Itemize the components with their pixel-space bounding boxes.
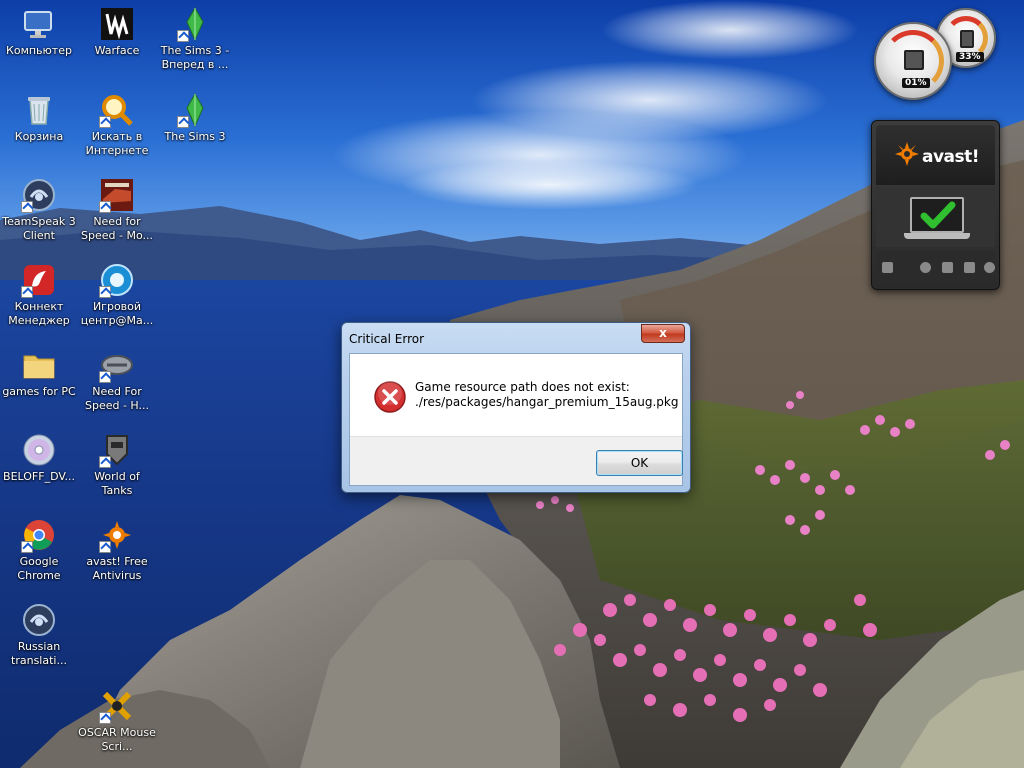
desktop-icon-search-web[interactable]: Искать в Интернете [78,92,156,158]
game-center-icon [99,262,135,298]
avast-gadget[interactable]: avast! [871,120,1000,290]
shortcut-arrow-icon [21,201,33,213]
desktop-icon-label: OSCAR Mouse Scri... [78,726,156,753]
window-icon[interactable] [882,262,893,273]
laptop-icon [910,197,964,233]
web-icon[interactable] [920,262,931,273]
sims3-icon [177,6,213,42]
desktop-icon-label: Russian translati... [11,640,67,667]
avast-header: avast! [876,125,995,185]
shortcut-arrow-icon [177,116,189,128]
facebook-icon[interactable] [964,262,975,273]
desktop-icon-label: avast! Free Antivirus [86,555,148,582]
cpu-gauge: 01% [874,22,952,100]
desktop-icon-label: Игровой центр@Ма... [80,300,154,327]
desktop-icon-warface[interactable]: Warface [78,6,156,58]
dialog-title: Critical Error [349,332,425,346]
desktop-icon-label: Коннект Менеджер [8,300,70,327]
shortcut-arrow-icon [99,201,111,213]
desktop-icon-world-of-tanks[interactable]: World of Tanks [78,432,156,498]
shortcut-arrow-icon [99,286,111,298]
error-icon [374,381,406,413]
chrome-icon [21,517,57,553]
shortcut-arrow-icon [99,371,111,383]
desktop-icon-sims3[interactable]: The Sims 3 [156,92,234,144]
nfs-most-wanted-icon [99,177,135,213]
dialog-message: Game resource path does not exist: ./res… [415,380,679,410]
desktop-icon-sims3-vpered[interactable]: The Sims 3 - Вперед в ... [156,6,234,72]
shortcut-arrow-icon [177,30,189,42]
connect-manager-icon [21,262,57,298]
desktop-icon-google-chrome[interactable]: Google Chrome [0,517,78,583]
nfs-hot-pursuit-icon [99,347,135,383]
message-line: ./res/packages/hangar_premium_15aug.pkg [415,395,679,409]
desktop-icon-label: Warface [94,44,140,57]
memory-chip-icon [960,30,974,48]
desktop-icon-nfs-most-wanted[interactable]: Need for Speed - Mo... [78,177,156,243]
desktop-icon-label: BELOFF_DV... [3,470,75,483]
desktop-icon-oscar[interactable]: OSCAR Mouse Scri... [78,688,156,754]
disc-icon [21,432,57,468]
desktop-icon-label: TeamSpeak 3 Client [2,215,76,242]
warface-icon [99,6,135,42]
teamspeak-icon [21,602,57,638]
recycle-bin-icon [21,92,57,128]
cpu-chip-icon [904,50,924,70]
desktop-icon-nfs-hot-pursuit[interactable]: Need For Speed - H... [78,347,156,413]
teamspeak-icon [21,177,57,213]
desktop: Компьютер Корзина TeamSpeak 3 Client Кон… [0,0,1024,768]
shortcut-arrow-icon [99,116,111,128]
close-button[interactable]: x [641,324,685,343]
avast-logo-icon [895,142,919,166]
desktop-icon-game-center[interactable]: Игровой центр@Ма... [78,262,156,328]
desktop-icon-label: Искать в Интернете [85,130,149,157]
avast-icon [99,517,135,553]
shortcut-arrow-icon [21,541,33,553]
computer-icon [21,6,57,42]
avast-status[interactable] [876,187,995,247]
dialog-content: Game resource path does not exist: ./res… [349,353,683,486]
desktop-icon-computer[interactable]: Компьютер [0,6,78,58]
memory-percent: 33% [956,52,984,62]
search-web-icon [99,92,135,128]
desktop-icon-beloff[interactable]: BELOFF_DV... [0,432,78,484]
cpu-percent: 01% [902,78,930,88]
shortcut-arrow-icon [99,456,111,468]
desktop-icon-label: Компьютер [6,44,72,57]
desktop-icon-avast[interactable]: avast! Free Antivirus [78,517,156,583]
message-line: Game resource path does not exist: [415,380,630,394]
desktop-icon-russian-translation[interactable]: Russian translati... [0,602,78,668]
desktop-icon-label: Need For Speed - H... [84,385,149,412]
desktop-icon-label: Need for Speed - Mo... [81,215,153,242]
desktop-icon-teamspeak[interactable]: TeamSpeak 3 Client [0,177,78,243]
desktop-icon-label: The Sims 3 - Вперед в ... [160,44,230,71]
sims3-icon [177,92,213,128]
desktop-icon-label: Google Chrome [17,555,61,582]
desktop-icon-connect-manager[interactable]: Коннект Менеджер [0,262,78,328]
shortcut-arrow-icon [21,286,33,298]
world-of-tanks-icon [99,432,135,468]
folder-icon [21,347,57,383]
rss-icon[interactable] [984,262,995,273]
desktop-icon-recycle-bin[interactable]: Корзина [0,92,78,144]
desktop-icon-label: World of Tanks [94,470,140,497]
shortcut-arrow-icon [99,541,111,553]
desktop-icon-label: games for PC [2,385,76,398]
desktop-icon-label: The Sims 3 [164,130,226,143]
laptop-base [904,233,970,239]
desktop-icon-label: Корзина [14,130,64,143]
cpu-meter-gadget[interactable]: 33% 01% [874,8,1000,100]
check-icon [920,201,956,229]
avast-logo-text: avast! [922,147,980,167]
shortcut-arrow-icon [99,712,111,724]
desktop-icon-games-folder[interactable]: games for PC [0,347,78,399]
avast-social-bar [876,251,995,285]
twitter-icon[interactable] [942,262,953,273]
ok-button[interactable]: OK [596,450,683,476]
oscar-icon [99,688,135,724]
critical-error-dialog[interactable]: Critical Error x Game resource path does… [341,322,691,493]
